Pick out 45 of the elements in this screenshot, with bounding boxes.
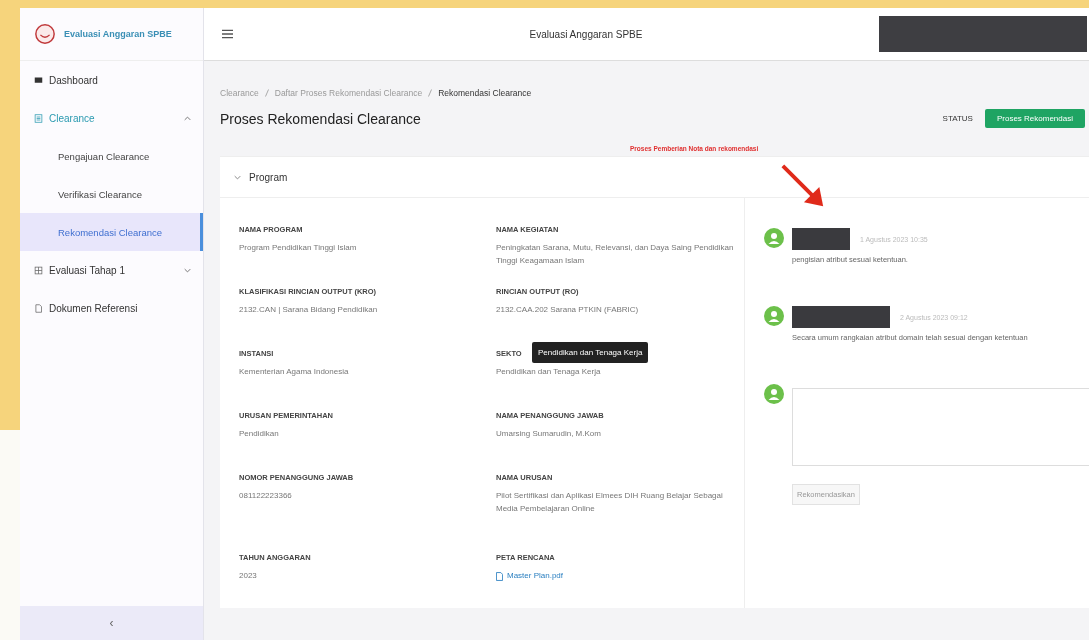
section-title: Program xyxy=(249,171,288,183)
comment-input[interactable] xyxy=(792,388,1089,466)
avatar-icon xyxy=(764,384,784,404)
field-value: Pendidikan xyxy=(239,428,280,440)
submenu-item[interactable]: Verifikasi Clearance xyxy=(20,175,203,213)
sidebar-item[interactable]: Evaluasi Tahap 1 xyxy=(20,251,203,289)
submenu-item[interactable]: Pengajuan Clearance xyxy=(20,137,203,175)
field-value: Peningkatan Sarana, Mutu, Relevansi, dan Daya Saing Pendidikan Tinggi Keagamaan Islam xyxy=(496,242,735,267)
field-value: 081122223366 xyxy=(239,490,293,502)
field-value: Kementerian Agama Indonesia xyxy=(239,366,350,378)
field-value: 2023 xyxy=(239,570,258,582)
redaction-block xyxy=(792,228,850,250)
document-icon xyxy=(34,303,43,313)
avatar-icon xyxy=(764,306,784,326)
separator-icon xyxy=(428,89,433,97)
tooltip: Pendidikan dan Tenaga Kerja xyxy=(532,342,649,363)
separator-icon xyxy=(264,89,269,97)
breadcrumb-current: Rekomendasi Clearance xyxy=(438,88,532,98)
list-icon xyxy=(34,113,43,123)
field-value: Program Pendidikan Tinggi Islam xyxy=(239,242,358,254)
app-name: Evaluasi Anggaran SPBE xyxy=(64,29,172,39)
collapse-button[interactable]: ‹ xyxy=(103,616,120,630)
file-icon xyxy=(496,571,503,581)
menu-icon[interactable] xyxy=(222,29,233,39)
field-value: 2132.CAA.202 Sarana PTKIN (FABRIC) xyxy=(496,304,640,316)
status-label: STATUS xyxy=(942,114,973,123)
chevron-icon[interactable] xyxy=(234,174,241,180)
field-value: Umarsing Sumarudin, M.Kom xyxy=(496,428,602,440)
grid-icon xyxy=(34,265,43,275)
field-value: Pilot Sertifikasi dan Aplikasi Elmees DIH Ruang Belajar Sebagai Media Pembelajaran Online xyxy=(496,490,724,515)
monitor-icon xyxy=(34,75,43,85)
file-link[interactable]: Master Plan.pdf xyxy=(496,570,736,583)
breadcrumb-link[interactable]: Clearance xyxy=(220,88,259,98)
submenu-item[interactable]: Rekomendasi Clearance xyxy=(20,213,203,251)
avatar-icon xyxy=(764,228,784,248)
status-badge: Proses Rekomendasi xyxy=(984,109,1085,128)
field-value: Pendidikan dan Tenaga Kerja xyxy=(496,366,602,378)
field-value: 2132.CAN | Sarana Bidang Pendidikan xyxy=(239,304,379,316)
breadcrumb-link[interactable]: Daftar Proses Rekomendasi Clearance xyxy=(274,88,423,98)
sidebar-item[interactable]: Dashboard xyxy=(20,61,203,99)
sidebar-item[interactable]: Clearance xyxy=(20,99,203,137)
header-title: Evaluasi Anggaran SPBE xyxy=(528,28,644,40)
sidebar-item[interactable]: Dokumen Referensi xyxy=(20,289,203,327)
logo-icon xyxy=(34,23,56,45)
page-title: Proses Rekomendasi Clearance xyxy=(220,110,421,127)
